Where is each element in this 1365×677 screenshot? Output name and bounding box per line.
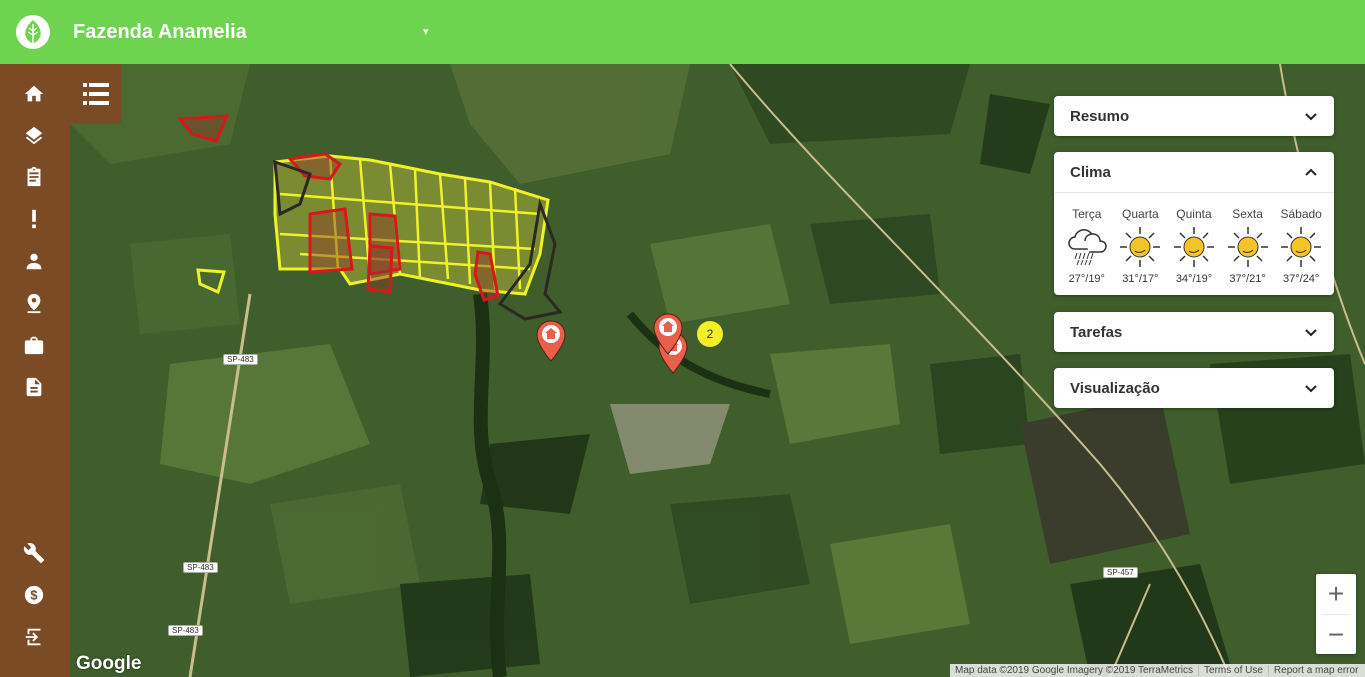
chevron-down-icon (1305, 113, 1317, 121)
zoom-in-button[interactable]: + (1316, 574, 1356, 614)
map-pin-icon[interactable] (22, 291, 46, 315)
farm-marker[interactable] (536, 320, 566, 362)
clipboard-icon[interactable] (22, 165, 46, 189)
map-attribution: Map data ©2019 Google Imagery ©2019 Terr… (950, 664, 1365, 677)
briefcase-icon[interactable] (22, 333, 46, 357)
panel-visualizacao-header[interactable]: Visualização (1054, 368, 1334, 408)
marker-cluster[interactable]: 2 (697, 321, 723, 347)
day-name: Terça (1072, 207, 1102, 221)
weather-forecast: Terça 27°/19° Quarta 31°/17° Quinta 34°/… (1054, 192, 1334, 295)
day-temperature: 27°/19° (1068, 273, 1105, 285)
day-temperature: 37°/24° (1283, 273, 1320, 285)
dollar-icon[interactable]: $ (22, 583, 46, 607)
road-label: SP-483 (223, 354, 258, 365)
layers-icon[interactable] (22, 124, 46, 148)
panel-resumo: Resumo (1054, 96, 1334, 136)
panel-title: Clima (1070, 163, 1111, 181)
chevron-down-icon (1305, 385, 1317, 393)
forecast-day: Sábado 37°/24° (1276, 207, 1326, 295)
chevron-up-icon (1305, 168, 1317, 176)
forecast-day: Quinta 34°/19° (1169, 207, 1219, 295)
google-logo: Google (76, 653, 142, 674)
document-icon[interactable] (22, 375, 46, 399)
map-data-credit: Map data ©2019 Google Imagery ©2019 Terr… (950, 665, 1200, 676)
road-label: SP-483 (183, 562, 218, 573)
chevron-down-icon[interactable]: ▾ (423, 25, 429, 38)
panel-clima-header[interactable]: Clima (1054, 152, 1334, 192)
panel-title: Visualização (1070, 379, 1160, 397)
farm-selector[interactable]: Fazenda Anamelia (73, 21, 247, 44)
panel-visualizacao: Visualização (1054, 368, 1334, 408)
top-bar: Fazenda Anamelia ▾ (0, 0, 1365, 64)
list-toggle-button[interactable] (70, 64, 121, 124)
report-error-link[interactable]: Report a map error (1269, 665, 1363, 676)
rain-cloud-icon (1068, 229, 1107, 266)
panel-title: Tarefas (1070, 323, 1123, 341)
forecast-day: Sexta 37°/21° (1223, 207, 1273, 295)
sun-icon (1120, 227, 1161, 267)
day-temperature: 37°/21° (1229, 273, 1266, 285)
day-temperature: 31°/17° (1122, 273, 1159, 285)
day-temperature: 34°/19° (1175, 273, 1213, 285)
road-label: SP-457 (1103, 567, 1138, 578)
terms-link[interactable]: Terms of Use (1199, 665, 1269, 676)
day-name: Sexta (1232, 207, 1263, 221)
zoom-control: + − (1316, 574, 1356, 654)
zoom-out-button[interactable]: − (1316, 615, 1356, 655)
farm-marker[interactable] (653, 313, 683, 355)
chevron-down-icon (1305, 329, 1317, 337)
sidebar: $ (0, 64, 70, 677)
sun-icon (1281, 227, 1322, 267)
road-label: SP-483 (168, 625, 203, 636)
person-icon[interactable] (22, 249, 46, 273)
alert-icon[interactable] (22, 207, 46, 231)
leaf-logo-icon[interactable] (16, 15, 50, 49)
panel-tarefas-header[interactable]: Tarefas (1054, 312, 1334, 352)
sun-icon (1173, 227, 1214, 267)
svg-text:$: $ (30, 588, 37, 603)
panel-tarefas: Tarefas (1054, 312, 1334, 352)
logout-icon[interactable] (22, 625, 46, 649)
forecast-day: Quarta 31°/17° (1115, 207, 1165, 295)
forecast-day: Terça 27°/19° (1062, 207, 1112, 295)
wrench-icon[interactable] (22, 541, 46, 565)
day-name: Quinta (1176, 207, 1212, 221)
day-name: Quarta (1122, 207, 1159, 221)
day-name: Sábado (1280, 207, 1322, 221)
home-icon[interactable] (22, 82, 46, 106)
sun-icon (1227, 227, 1268, 267)
panel-resumo-header[interactable]: Resumo (1054, 96, 1334, 136)
panel-title: Resumo (1070, 107, 1130, 125)
panel-clima: Clima Terça 27°/19° Quarta 31°/17° Quint… (1054, 152, 1334, 295)
list-icon (82, 83, 109, 105)
